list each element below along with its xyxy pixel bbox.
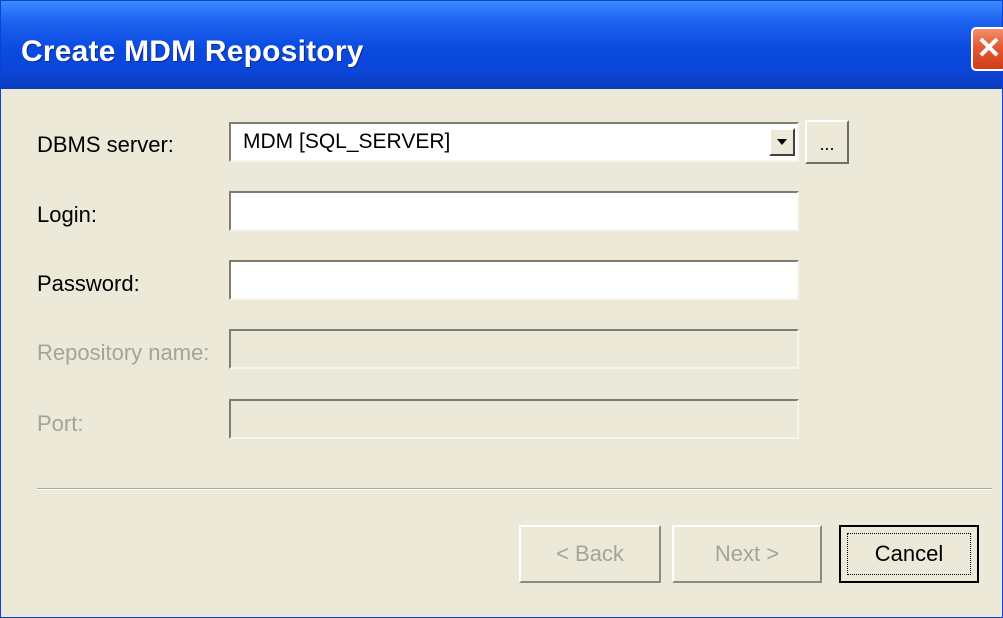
dbms-server-value: MDM [SQL_SERVER] — [243, 130, 451, 153]
title-bar[interactable]: Create MDM Repository ✕ — [1, 1, 1003, 89]
login-input[interactable] — [231, 193, 797, 229]
password-field[interactable] — [229, 260, 799, 300]
dialog-title: Create MDM Repository — [21, 35, 364, 68]
chevron-down-icon — [777, 139, 787, 145]
dbms-server-combobox[interactable]: MDM [SQL_SERVER] — [229, 122, 799, 162]
back-button: < Back — [519, 525, 661, 583]
repository-name-label: Repository name: — [37, 340, 210, 365]
next-button-label: Next > — [714, 541, 780, 566]
repository-name-input — [231, 331, 797, 367]
back-button-label: < Back — [556, 541, 624, 566]
repository-name-field — [229, 329, 799, 369]
login-label: Login: — [37, 202, 97, 227]
create-mdm-repository-dialog: Create MDM Repository ✕ DBMS server: MDM… — [0, 0, 1003, 618]
dbms-server-label: DBMS server: — [37, 132, 174, 157]
browse-button[interactable]: ... — [805, 120, 849, 164]
focus-rectangle — [847, 533, 971, 575]
next-button: Next > — [672, 525, 822, 583]
cancel-button[interactable]: Cancel — [839, 525, 979, 583]
port-field — [229, 399, 799, 439]
login-field[interactable] — [229, 191, 799, 231]
close-button[interactable]: ✕ — [971, 27, 1003, 71]
browse-button-label: ... — [819, 134, 835, 154]
separator — [37, 488, 992, 490]
port-input — [231, 401, 797, 437]
dropdown-button[interactable] — [769, 128, 795, 156]
close-icon: ✕ — [976, 32, 1002, 65]
port-label: Port: — [37, 411, 84, 436]
password-input[interactable] — [231, 262, 797, 298]
password-label: Password: — [37, 271, 140, 296]
